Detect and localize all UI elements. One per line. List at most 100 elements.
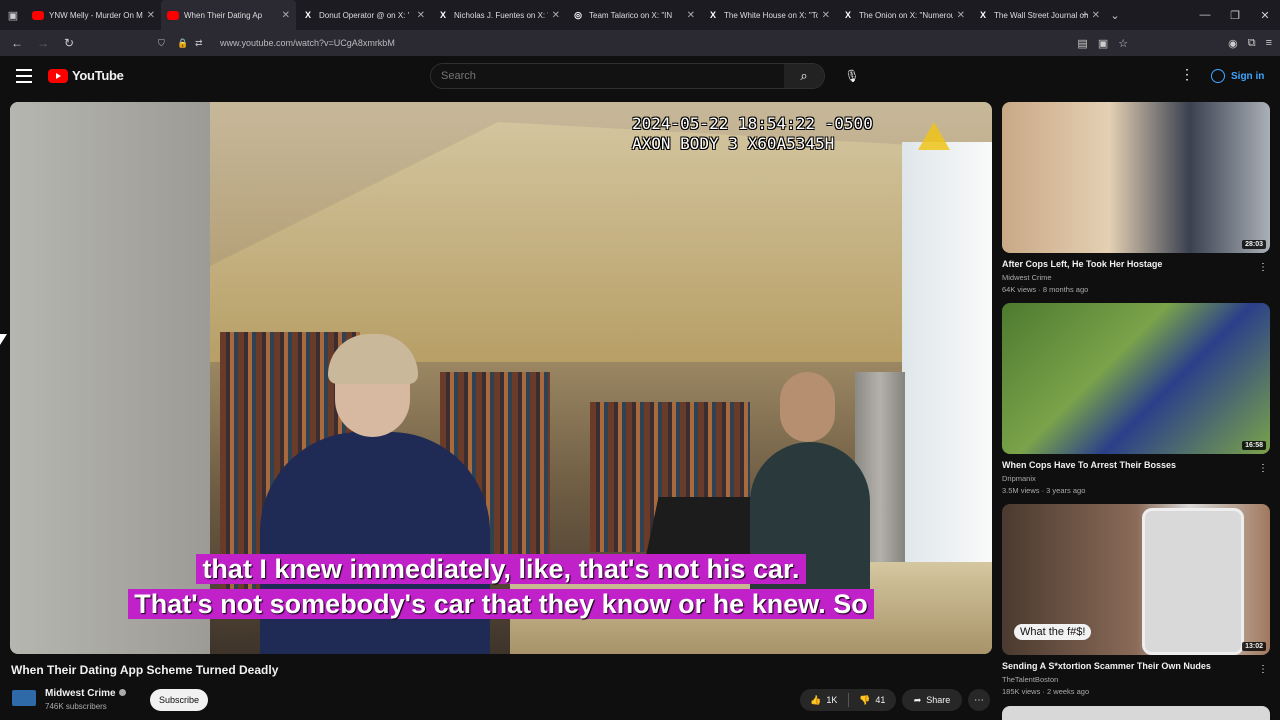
thumbs-down-icon: 👎 <box>859 694 871 705</box>
url-bar[interactable]: ⛉ 🔒 ⇄ www.youtube.com/watch?v=UCgA8xmrkb… <box>155 33 1125 53</box>
video-duration: 28:03 <box>1242 240 1266 249</box>
recommended-video[interactable]: 28:03 After Cops Left, He Took Her Hosta… <box>1002 102 1270 294</box>
extensions-icon[interactable]: ⧉ <box>1248 37 1256 50</box>
x-favicon-icon: X <box>844 10 851 20</box>
browser-tab[interactable]: X The Onion on X: "Numerou ✕ <box>836 0 971 30</box>
browser-tab-strip: ▣ YNW Melly - Murder On M ✕ When Their D… <box>0 0 1280 30</box>
recommended-channel[interactable]: TheTalentBoston <box>1002 675 1270 684</box>
video-thumbnail[interactable]: 16:58 <box>1002 303 1270 454</box>
scene-ceiling <box>210 122 930 362</box>
recommended-meta: 3.5M views · 3 years ago <box>1002 486 1086 495</box>
app-menu-icon[interactable]: ≡ <box>1266 37 1272 49</box>
subscribe-button[interactable]: Subscribe <box>150 689 208 711</box>
mouse-cursor-icon <box>0 334 7 345</box>
close-tab-icon[interactable]: ✕ <box>687 10 695 21</box>
subtitle-text: That's not somebody's car that they know… <box>128 589 874 619</box>
x-favicon-icon: X <box>304 10 311 20</box>
video-duration: 13:02 <box>1242 642 1266 651</box>
browser-tab-active[interactable]: When Their Dating Ap ✕ <box>161 0 296 30</box>
close-tab-icon[interactable]: ✕ <box>147 10 155 21</box>
video-menu-icon[interactable]: ⋮ <box>1258 262 1268 273</box>
browser-tab[interactable]: X The White House on X: "To ✕ <box>701 0 836 30</box>
browser-tab[interactable]: ◎ Team Talarico on X: "IN ✕ <box>566 0 701 30</box>
sign-in-button[interactable]: Sign in <box>1203 64 1272 88</box>
browser-tab[interactable]: X Nicholas J. Fuentes on X: "I ✕ <box>431 0 566 30</box>
forward-icon[interactable]: → <box>30 36 56 50</box>
browser-navbar: ← → ↻ ⛉ 🔒 ⇄ www.youtube.com/watch?v=UCgA… <box>0 30 1280 56</box>
browser-tab[interactable]: YNW Melly - Murder On M ✕ <box>26 0 161 30</box>
recommended-title[interactable]: After Cops Left, He Took Her Hostage <box>1002 259 1257 269</box>
menu-icon[interactable] <box>16 69 32 83</box>
like-count: 1K <box>826 695 838 705</box>
x-favicon-icon: X <box>439 10 446 20</box>
scene-person <box>260 432 490 654</box>
close-tab-icon[interactable]: ✕ <box>552 10 560 21</box>
close-tab-icon[interactable]: ✕ <box>822 10 830 21</box>
new-tab-icon[interactable]: + <box>1070 9 1100 21</box>
video-duration: 16:58 <box>1242 441 1266 450</box>
window-controls: + ⌄ — ❐ ✕ <box>1070 0 1280 30</box>
tab-list-icon[interactable]: ▣ <box>0 0 26 30</box>
tab-title: YNW Melly - Murder On M <box>49 10 143 20</box>
maximize-icon[interactable]: ❐ <box>1220 9 1250 22</box>
reload-icon[interactable]: ↻ <box>56 36 82 50</box>
account-icon[interactable]: ◉ <box>1228 37 1238 50</box>
share-icon: ➦ <box>913 694 922 705</box>
settings-more-icon[interactable]: ⋮ <box>1180 66 1194 83</box>
video-menu-icon[interactable]: ⋮ <box>1258 664 1268 675</box>
permissions-icon[interactable]: ⇄ <box>195 38 203 49</box>
recommended-video[interactable]: What the f#$! 13:02 Sending A S*xtortion… <box>1002 504 1270 696</box>
osd-line: AXON BODY 3 X60A5345H <box>632 134 835 153</box>
phone-illustration <box>1142 508 1244 655</box>
channel-name-row[interactable]: Midwest Crime <box>45 688 126 699</box>
back-icon[interactable]: ← <box>4 36 30 50</box>
more-actions-icon[interactable]: ⋯ <box>968 689 990 711</box>
osd-line: 2024-05-22 18:54:22 -0500 <box>632 114 873 133</box>
picture-in-picture-icon[interactable]: ▣ <box>1098 37 1108 50</box>
close-tab-icon[interactable]: ✕ <box>957 10 965 21</box>
recommended-title[interactable]: When Cops Have To Arrest Their Bosses <box>1002 460 1257 470</box>
channel-name[interactable]: Midwest Crime <box>45 688 116 699</box>
close-window-icon[interactable]: ✕ <box>1250 9 1280 22</box>
voice-search-button[interactable]: 🎙 <box>840 64 864 88</box>
minimize-icon[interactable]: — <box>1190 9 1220 21</box>
tab-overflow-icon[interactable]: ⌄ <box>1100 9 1130 22</box>
thumbnail-overlay-text: What the f#$! <box>1014 624 1092 640</box>
share-label: Share <box>926 695 951 705</box>
video-thumbnail-partial[interactable] <box>1002 706 1270 720</box>
tab-title: Nicholas J. Fuentes on X: "I <box>454 10 548 20</box>
logo-wordmark: YouTube <box>72 68 124 83</box>
browser-tab[interactable]: X Donut Operator @ on X: ' ✕ <box>296 0 431 30</box>
tab-title: Donut Operator @ on X: ' <box>319 10 410 20</box>
search-input[interactable] <box>431 64 784 88</box>
close-tab-icon[interactable]: ✕ <box>282 10 290 21</box>
x-favicon-icon: ◎ <box>574 9 582 20</box>
axon-triangle-icon <box>918 122 950 150</box>
dislike-button[interactable]: 👎 41 <box>849 695 897 706</box>
recommended-video[interactable]: 16:58 When Cops Have To Arrest Their Bos… <box>1002 303 1270 495</box>
video-thumbnail[interactable]: What the f#$! 13:02 <box>1002 504 1270 655</box>
youtube-logo[interactable]: YouTube <box>48 68 124 83</box>
youtube-play-icon <box>48 68 68 83</box>
close-tab-icon[interactable]: ✕ <box>417 10 425 21</box>
like-button[interactable]: 👍 1K <box>800 695 848 706</box>
recommended-channel[interactable]: Midwest Crime <box>1002 273 1270 282</box>
share-button[interactable]: ➦ Share <box>902 689 962 711</box>
recommended-meta: 64K views · 8 months ago <box>1002 285 1089 294</box>
shield-icon[interactable]: ⛉ <box>158 38 165 49</box>
video-menu-icon[interactable]: ⋮ <box>1258 463 1268 474</box>
search-button[interactable]: ⌕ <box>784 64 824 88</box>
bookmark-star-icon[interactable]: ☆ <box>1118 37 1128 50</box>
scene-person-head <box>780 372 835 442</box>
video-player[interactable]: 2024-05-22 18:54:22 -0500 AXON BODY 3 X60… <box>10 102 992 654</box>
search-box: ⌕ <box>430 63 825 89</box>
channel-avatar[interactable] <box>12 690 36 706</box>
bodycam-timestamp: 2024-05-22 18:54:22 -0500 AXON BODY 3 X60… <box>632 114 873 154</box>
video-thumbnail[interactable]: 28:03 <box>1002 102 1270 253</box>
search-icon: ⌕ <box>800 68 808 83</box>
reader-view-icon[interactable]: ▤ <box>1077 37 1087 50</box>
recommended-title[interactable]: Sending A S*xtortion Scammer Their Own N… <box>1002 661 1257 671</box>
youtube-favicon-icon <box>32 10 44 20</box>
recommended-channel[interactable]: Dripmanix <box>1002 474 1270 483</box>
lock-icon[interactable]: 🔒 <box>177 38 188 49</box>
